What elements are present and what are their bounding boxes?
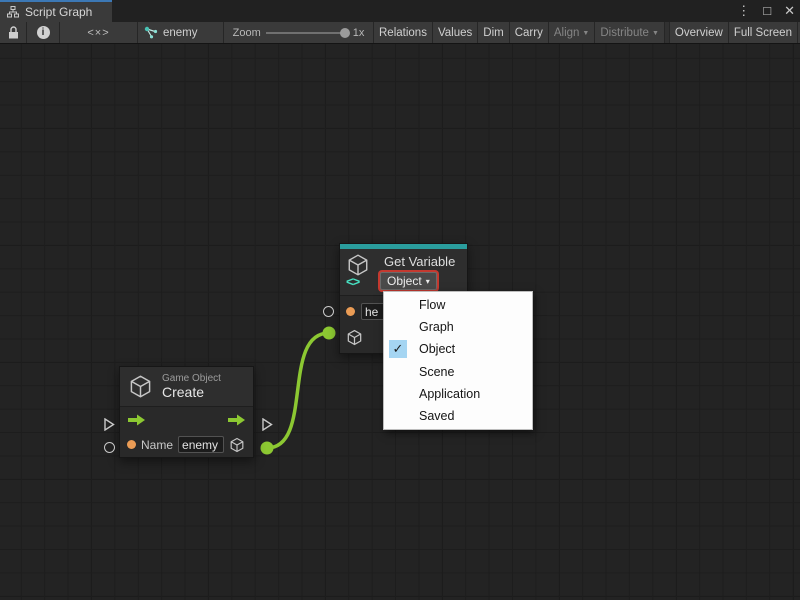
graph-asset-icon [144,26,158,39]
toolbar-button-overview[interactable]: Overview [670,22,729,43]
name-port-label: Name [141,438,173,452]
menu-item-application[interactable]: Application [384,383,532,405]
maximize-button[interactable]: □ [763,0,771,22]
create-flow-row [120,406,253,432]
game-object-cube-icon [128,374,153,399]
lock-icon [8,26,19,39]
flow-out-arrow-icon[interactable] [227,414,246,426]
menu-item-saved[interactable]: Saved [384,405,532,427]
flow-in-arrow-icon[interactable] [127,414,146,426]
toolbar-button-values[interactable]: Values [433,22,478,43]
toolbar-button-distribute[interactable]: Distribute ▼ [595,22,665,43]
code-brackets-icon: <> [346,274,359,289]
tab-label: Script Graph [25,5,92,19]
variable-scope-menu: Flow Graph ✓ Object Scene Application Sa… [383,291,533,430]
string-port-icon[interactable] [346,307,355,316]
node-title: Create [162,384,221,400]
node-title: Get Variable [384,254,455,269]
window-controls: ⋮ □ ✕ [737,0,795,22]
menu-item-object[interactable]: ✓ Object [384,338,532,360]
create-node-header[interactable]: Game Object Create [120,367,253,406]
titlebar: Script Graph ⋮ □ ✕ [0,0,800,22]
tab-script-graph[interactable]: Script Graph [0,0,112,22]
toolbar-button-dim[interactable]: Dim [478,22,509,43]
toolbar-button-carry[interactable]: Carry [510,22,549,43]
menu-item-flow[interactable]: Flow [384,294,532,316]
script-graph-icon [7,6,19,18]
create-name-input-port[interactable] [104,442,115,453]
name-value-input[interactable]: enemy [178,436,224,453]
gameobject-output-cube-icon[interactable] [229,437,245,453]
create-flow-output-port[interactable] [261,418,273,431]
zoom-label: Zoom [233,27,261,39]
info-button[interactable]: i [27,22,60,43]
code-toggle-button[interactable]: <×> [60,22,138,43]
info-icon: i [37,26,50,39]
code-icon: <×> [87,27,109,39]
menu-item-scene[interactable]: Scene [384,361,532,383]
breadcrumb[interactable]: enemy [138,22,224,43]
chevron-down-icon: ▼ [652,30,659,37]
checkmark-icon: ✓ [389,340,407,358]
create-flow-input-port[interactable] [103,418,115,431]
toolbar-button-fullscreen[interactable]: Full Screen [729,22,798,43]
getvar-name-input-port[interactable] [323,306,334,317]
zoom-level: 1x [353,27,365,39]
create-name-row: Name enemy [120,432,253,457]
toolbar-button-relations[interactable]: Relations [374,22,433,43]
graph-toolbar: i <×> enemy Zoom 1x Relations Values Dim… [0,22,800,44]
menu-item-graph[interactable]: Graph [384,316,532,338]
node-game-object-create[interactable]: Game Object Create Name enemy [119,366,254,458]
toolbar-button-align[interactable]: Align ▼ [549,22,596,43]
object-port-cube-icon[interactable] [346,329,363,346]
node-type-label: Game Object [162,373,221,384]
zoom-control: Zoom 1x [224,22,374,43]
close-button[interactable]: ✕ [784,0,795,22]
variable-scope-dropdown[interactable]: Object ▾ [380,272,437,290]
chevron-down-icon: ▾ [426,277,430,286]
window-menu-button[interactable]: ⋮ [737,0,750,22]
string-port-icon[interactable] [127,440,136,449]
getvar-node-header[interactable]: <> Get Variable Object ▾ [340,249,467,295]
zoom-slider[interactable] [266,32,348,34]
breadcrumb-graph-name: enemy [163,27,198,39]
chevron-down-icon: ▼ [582,30,589,37]
zoom-slider-handle[interactable] [340,28,350,38]
lock-button[interactable] [0,22,27,43]
